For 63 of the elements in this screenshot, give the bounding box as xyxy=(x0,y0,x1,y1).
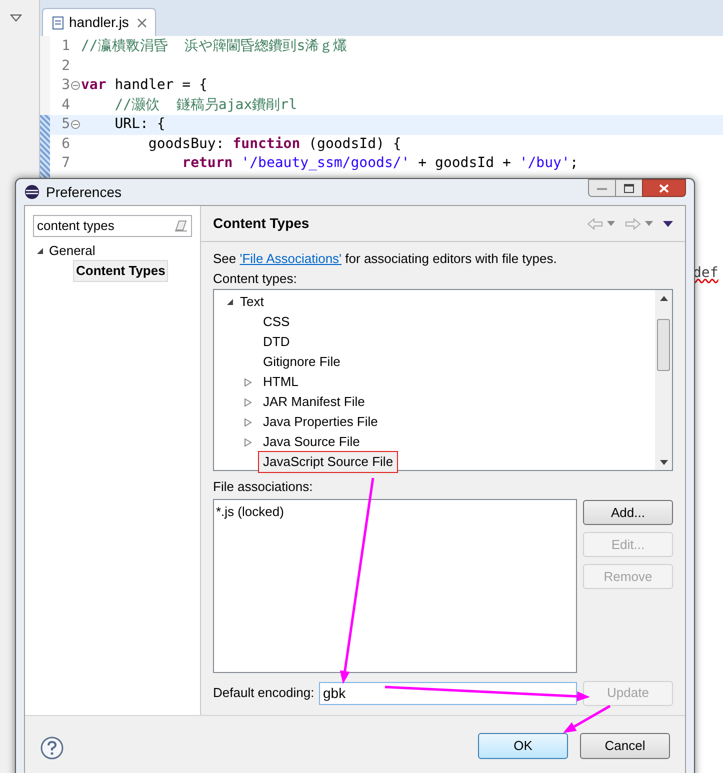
close-button[interactable] xyxy=(642,179,686,197)
dropdown-icon[interactable] xyxy=(645,221,653,226)
scroll-up-icon[interactable] xyxy=(660,296,668,301)
file-icon xyxy=(51,16,65,30)
code-line: //瀛樻斁涓昏 浜や簰閫昏緫鐨刯s浠ｇ爜 xyxy=(81,37,348,56)
code-line: URL: { xyxy=(114,115,166,134)
tree-item[interactable]: Gitignore File xyxy=(258,351,346,373)
tree-item[interactable]: JavaScript Source File xyxy=(258,451,398,473)
code-line: return '/beauty_ssm/goods/' + goodsId + '/buy'; xyxy=(181,154,578,174)
code-line: var handler = { xyxy=(81,76,208,96)
change-marker xyxy=(40,115,50,179)
line-number: 1 xyxy=(60,37,70,56)
default-button[interactable]: OK xyxy=(478,733,568,759)
line-number: 3 xyxy=(60,76,70,96)
tree-item[interactable]: Content Types xyxy=(73,260,168,282)
tree-item[interactable]: General xyxy=(49,241,96,261)
tree-item[interactable]: Text xyxy=(240,292,264,312)
help-icon[interactable] xyxy=(40,736,64,760)
expand-arrow-icon[interactable] xyxy=(226,298,234,306)
annotation-arrow xyxy=(563,704,611,733)
dropdown-icon[interactable] xyxy=(607,221,615,226)
eraser-icon[interactable] xyxy=(174,220,188,232)
editor-tab[interactable]: handler.js xyxy=(42,8,156,36)
line-number: 7 xyxy=(60,154,70,174)
line-number: 4 xyxy=(60,96,70,115)
tree-item[interactable]: HTML xyxy=(258,371,304,393)
fold-icon[interactable] xyxy=(71,120,80,130)
tree-item[interactable]: Java Source File xyxy=(258,431,365,453)
code-line: //灏佽 鐩稿叧ajax鐨剈rl xyxy=(114,96,298,115)
fold-icon[interactable] xyxy=(71,81,80,90)
scrollbar[interactable] xyxy=(655,290,672,470)
close-icon xyxy=(659,184,669,192)
content-types-label: Content types: xyxy=(213,270,298,288)
code-line: goodsBuy: function (goodsId) { xyxy=(147,134,402,154)
view-menu-icon[interactable] xyxy=(663,220,673,226)
filter-field[interactable]: content types xyxy=(33,215,192,237)
line-number: 2 xyxy=(60,56,70,76)
tree-item[interactable]: DTD xyxy=(258,331,295,353)
back-arrow-icon[interactable] xyxy=(587,218,603,230)
encoding-field[interactable]: gbk xyxy=(319,682,577,704)
line-number: 5 xyxy=(60,115,70,134)
scroll-thumb[interactable] xyxy=(657,319,670,371)
minimize-icon xyxy=(597,186,607,190)
scroll-down-icon[interactable] xyxy=(660,460,668,465)
line-number: 6 xyxy=(60,134,70,154)
close-icon[interactable] xyxy=(136,18,147,28)
description-text: See 'File Associations' for associating editors with file types. xyxy=(213,250,558,268)
expand-arrow-icon[interactable] xyxy=(36,247,44,255)
page-title: Content Types xyxy=(213,214,310,233)
tree-item[interactable]: Java Properties File xyxy=(258,411,383,433)
encoding-label: Default encoding: xyxy=(213,684,316,702)
list-item[interactable]: *.js (locked) xyxy=(216,502,576,522)
dialog-button[interactable]: Add... xyxy=(583,500,673,525)
view-menu-icon[interactable] xyxy=(10,14,22,22)
dialog-button[interactable]: Cancel xyxy=(580,733,670,759)
file-associations-link[interactable]: 'File Associations' xyxy=(240,251,342,266)
file-associations-label: File associations: xyxy=(213,478,314,496)
maximize-button[interactable] xyxy=(616,179,642,197)
window-title: Preferences xyxy=(46,182,122,202)
tree-item[interactable]: JAR Manifest File xyxy=(258,391,370,413)
tree-item[interactable]: CSS xyxy=(258,311,295,333)
forward-arrow-icon[interactable] xyxy=(625,218,641,230)
maximize-icon xyxy=(624,184,634,192)
